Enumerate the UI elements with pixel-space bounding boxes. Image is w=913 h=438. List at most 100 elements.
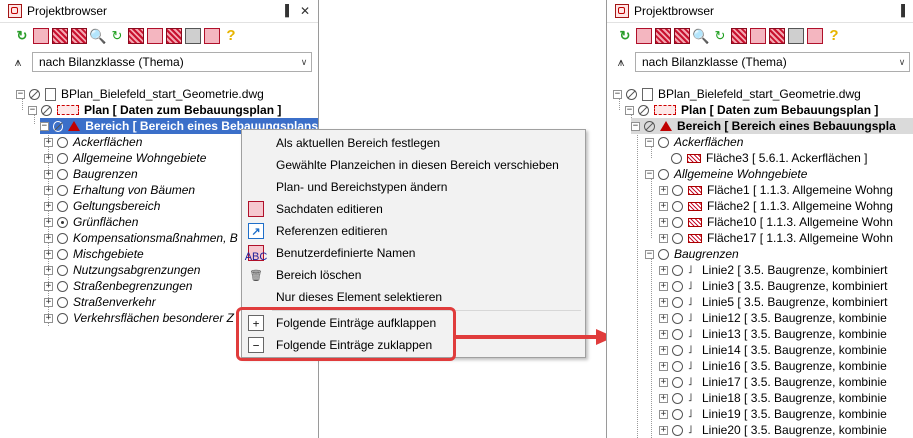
tree-group-wohngebiete[interactable]: − Allgemeine Wohngebiete — [645, 166, 807, 182]
visibility-icon[interactable] — [57, 232, 68, 244]
list-item[interactable]: Fläche3 [ 5.6.1. Ackerflächen ] — [671, 150, 867, 166]
visibility-icon[interactable] — [57, 152, 68, 164]
expand-icon[interactable]: + — [659, 409, 668, 419]
area-icon[interactable] — [807, 28, 823, 44]
visibility-icon[interactable] — [57, 136, 68, 148]
pin-icon[interactable]: ▐ — [278, 5, 292, 17]
group-icon[interactable] — [750, 28, 766, 44]
transfer-icon[interactable]: ↻ — [712, 28, 728, 44]
visibility-icon[interactable] — [672, 280, 683, 292]
tree-row-plan[interactable]: − Plan [ Daten zum Bebauungsplan ] — [625, 102, 878, 118]
select-zeichen-icon[interactable] — [655, 28, 671, 44]
tree-group-ackerflaechen[interactable]: − Ackerflächen — [645, 134, 743, 150]
chevron-down-icon[interactable]: ∨ — [297, 57, 311, 68]
tree-row-plan[interactable]: − Plan [ Daten zum Bebauungsplan ] — [28, 102, 281, 118]
list-item[interactable]: + Baugrenzen — [44, 166, 138, 182]
visibility-icon[interactable] — [672, 328, 683, 340]
collapse-icon[interactable]: − — [645, 249, 654, 259]
edit-icon[interactable] — [636, 28, 652, 44]
list-item[interactable]: + Straßenverkehr — [44, 294, 156, 310]
menu-item-edit-referenzen[interactable]: ↗ Referenzen editieren — [242, 220, 585, 242]
pin-icon[interactable]: ▐ — [894, 5, 908, 17]
visibility-icon[interactable] — [672, 360, 683, 372]
list-item[interactable]: + ˩ Linie17 [ 3.5. Baugrenze, kombinie — [659, 374, 887, 390]
right-filter-combobox[interactable]: nach Bilanzklasse (Thema) ∨ — [635, 52, 910, 72]
menu-item-move-planzeichen[interactable]: Gewählte Planzeichen in diesen Bereich v… — [242, 154, 585, 176]
visibility-icon[interactable] — [658, 136, 669, 148]
expand-icon[interactable]: + — [659, 425, 668, 435]
list-item[interactable]: + ˩ Linie20 [ 3.5. Baugrenze, kombinie — [659, 422, 887, 438]
tree-group-baugrenzen[interactable]: − Baugrenzen — [645, 246, 739, 262]
list-item[interactable]: + Fläche17 [ 1.1.3. Allgemeine Wohn — [659, 230, 893, 246]
visibility-icon[interactable] — [57, 216, 68, 228]
expand-icon[interactable]: + — [659, 185, 668, 195]
list-item[interactable]: + Verkehrsflächen besonderer Z — [44, 310, 234, 326]
list-item[interactable]: + ˩ Linie5 [ 3.5. Baugrenze, kombiniert — [659, 294, 887, 310]
collapse-icon[interactable]: − — [28, 105, 37, 115]
visibility-icon[interactable] — [29, 88, 40, 100]
expand-icon[interactable]: + — [659, 361, 668, 371]
collapse-icon[interactable]: − — [16, 89, 25, 99]
collapse-icon[interactable]: − — [645, 137, 654, 147]
expand-icon[interactable]: + — [659, 265, 668, 275]
visibility-icon[interactable] — [672, 296, 683, 308]
visibility-icon[interactable] — [57, 248, 68, 260]
visibility-icon[interactable] — [57, 168, 68, 180]
expand-icon[interactable]: + — [659, 281, 668, 291]
list-item[interactable]: + ˩ Linie14 [ 3.5. Baugrenze, kombinie — [659, 342, 887, 358]
list-item[interactable]: + Mischgebiete — [44, 246, 144, 262]
tree-row-file[interactable]: − BPlan_Bielefeld_start_Geometrie.dwg — [16, 86, 264, 102]
expand-icon[interactable]: + — [659, 345, 668, 355]
visibility-icon[interactable] — [672, 344, 683, 356]
list-item[interactable]: + Fläche10 [ 1.1.3. Allgemeine Wohn — [659, 214, 893, 230]
visibility-icon[interactable] — [672, 392, 683, 404]
visibility-icon[interactable] — [57, 312, 68, 324]
expand-icon[interactable]: + — [44, 281, 53, 291]
expand-icon[interactable]: + — [659, 313, 668, 323]
expand-icon[interactable]: + — [659, 393, 668, 403]
filter-icon[interactable]: ⩚ — [10, 55, 26, 70]
list-item[interactable]: + Allgemeine Wohngebiete — [44, 150, 206, 166]
list-item[interactable]: + Nutzungsabgrenzungen — [44, 262, 200, 278]
visibility-icon[interactable] — [57, 184, 68, 196]
area-icon[interactable] — [204, 28, 220, 44]
refresh-icon[interactable]: ↻ — [14, 28, 30, 44]
expand-icon[interactable]: + — [659, 297, 668, 307]
visibility-icon[interactable] — [638, 104, 649, 116]
list-item[interactable]: + ˩ Linie3 [ 3.5. Baugrenze, kombiniert — [659, 278, 887, 294]
expand-icon[interactable]: + — [44, 137, 53, 147]
expand-icon[interactable]: + — [659, 217, 668, 227]
visibility-icon[interactable] — [672, 184, 683, 196]
visibility-icon[interactable] — [672, 200, 683, 212]
list-item[interactable]: + Erhaltung von Bäumen — [44, 182, 195, 198]
expand-icon[interactable]: + — [44, 169, 53, 179]
list-item[interactable]: + ˩ Linie13 [ 3.5. Baugrenze, kombinie — [659, 326, 887, 342]
transfer-icon[interactable]: ↻ — [109, 28, 125, 44]
collapse-icon[interactable]: − — [613, 89, 622, 99]
expand-icon[interactable]: + — [659, 377, 668, 387]
expand-icon[interactable]: + — [44, 313, 53, 323]
chevron-down-icon[interactable]: ∨ — [895, 57, 909, 68]
visibility-icon[interactable] — [41, 104, 52, 116]
visibility-icon[interactable] — [672, 424, 683, 436]
visibility-icon[interactable] — [671, 152, 682, 164]
visibility-icon[interactable] — [672, 264, 683, 276]
list-item[interactable]: + Grünflächen — [44, 214, 138, 230]
visibility-icon[interactable] — [57, 296, 68, 308]
visibility-icon[interactable] — [626, 88, 637, 100]
collapse-icon[interactable]: − — [625, 105, 634, 115]
close-icon[interactable]: ✕ — [298, 4, 312, 18]
visibility-icon[interactable] — [672, 216, 683, 228]
monitor-icon[interactable] — [185, 28, 201, 44]
filter-zeichen-icon[interactable] — [71, 28, 87, 44]
tree-row-bereich[interactable]: − Bereich [ Bereich eines Bebauungspla — [631, 118, 913, 134]
menu-item-delete-bereich[interactable]: 🗑 Bereich löschen — [242, 264, 585, 286]
help-icon[interactable]: ? — [223, 28, 239, 44]
menu-item-edit-sachdaten[interactable]: Sachdaten editieren — [242, 198, 585, 220]
tree-row-file[interactable]: − BPlan_Bielefeld_start_Geometrie.dwg — [613, 86, 861, 102]
expand-icon[interactable]: + — [659, 233, 668, 243]
group-icon[interactable] — [147, 28, 163, 44]
menu-item-select-only-this[interactable]: Nur dieses Element selektieren — [242, 286, 585, 308]
refresh-icon[interactable]: ↻ — [617, 28, 633, 44]
expand-icon[interactable]: + — [44, 265, 53, 275]
